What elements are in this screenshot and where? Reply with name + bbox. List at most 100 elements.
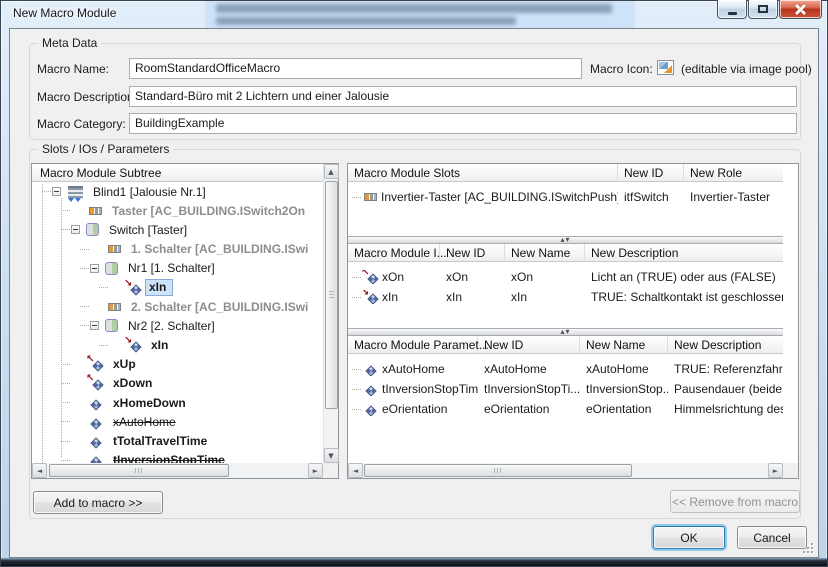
table-header-row: Macro Module SlotsNew IDNew Role — [348, 164, 783, 182]
tree-item[interactable]: ↖xUp — [32, 355, 323, 374]
input-variable-icon: ↘ — [125, 338, 142, 352]
output-variable-icon: ↖ — [87, 376, 104, 390]
scroll-left-icon[interactable]: ◄ — [32, 463, 47, 478]
tree-item-label: Blind1 [Jalousie Nr.1] — [90, 184, 209, 200]
table-cell: xIn — [505, 290, 585, 304]
macro-image-icon[interactable] — [657, 60, 674, 75]
io-row[interactable]: ↖xOnxOnxOnLicht an (TRUE) oder aus (FALS… — [348, 267, 783, 287]
tree-connector — [80, 249, 89, 250]
tree-item[interactable]: ↘xIn — [32, 278, 323, 297]
tree-item[interactable]: tInversionStopTime — [32, 451, 323, 463]
column-header[interactable]: Macro Module Slots — [348, 164, 618, 182]
ok-button[interactable]: OK — [653, 526, 725, 549]
tree-item[interactable]: xHomeDown — [32, 393, 323, 412]
meta-data-group-label: Meta Data — [38, 36, 101, 50]
remove-from-macro-button[interactable]: << Remove from macro — [670, 490, 800, 513]
tree-connector — [80, 268, 89, 269]
tree-item-label: Nr1 [1. Schalter] — [125, 260, 218, 276]
tables-splitter[interactable] — [348, 328, 783, 336]
minimize-button[interactable] — [717, 0, 747, 19]
scroll-left-icon[interactable]: ◄ — [348, 463, 363, 478]
table-cell: tInversionStop... — [580, 382, 668, 396]
tree-connector — [80, 306, 89, 307]
variable-diamond-icon — [87, 415, 104, 429]
tree-expander-icon[interactable] — [71, 225, 80, 234]
tree-item[interactable]: Switch [Taster] — [32, 220, 323, 239]
tree-item-label: 1. Schalter [AC_BUILDING.ISwi — [128, 241, 311, 257]
tree-item[interactable]: 2. Schalter [AC_BUILDING.ISwi — [32, 297, 323, 316]
tree-item[interactable]: tTotalTravelTime — [32, 431, 323, 450]
tree-connector — [99, 345, 108, 346]
parameter-row[interactable]: tInversionStopTimetInversionStopTi...tIn… — [348, 379, 783, 399]
table-cell: tInversionStopTime — [348, 382, 478, 396]
tree-connector — [42, 191, 51, 192]
table-cell: xOn — [505, 270, 585, 284]
diamond-icon — [92, 361, 103, 372]
macro-category-input[interactable]: BuildingExample — [129, 113, 797, 134]
table-cell: ↖xOn — [348, 270, 440, 284]
slots-ios-parameters-group-label: Slots / IOs / Parameters — [38, 142, 173, 156]
interface-icon — [89, 207, 102, 215]
variable-diamond-icon — [362, 382, 379, 396]
tree-item-label: xDown — [110, 375, 155, 391]
tree-item[interactable]: Nr2 [2. Schalter] — [32, 316, 323, 335]
parameter-row[interactable]: eOrientationeOrientationeOrientationHimm… — [348, 399, 783, 419]
titlebar[interactable]: New Macro Module — [0, 0, 828, 28]
macro-name-label: Macro Name: — [37, 62, 109, 76]
interface-icon — [364, 193, 377, 201]
column-header[interactable]: Macro Module Paramet... — [348, 336, 478, 354]
scroll-right-icon[interactable]: ► — [308, 463, 323, 478]
slot-row[interactable]: Invertier-Taster [AC_BUILDING.ISwitchPus… — [348, 187, 783, 207]
scroll-down-icon[interactable]: ▼ — [324, 448, 339, 463]
tables-splitter[interactable] — [348, 236, 783, 244]
tree-item-label: xIn — [148, 337, 171, 353]
column-header[interactable]: New ID — [618, 164, 684, 182]
table-cell: xAutoHome — [348, 362, 478, 376]
tables-horizontal-scrollbar[interactable]: ◄ ► — [348, 463, 783, 478]
resize-grip[interactable] — [802, 542, 813, 553]
tree-item[interactable]: xAutoHome — [32, 412, 323, 431]
column-header[interactable]: New ID — [478, 336, 580, 354]
scrollbar-thumb[interactable] — [49, 464, 229, 477]
tree-horizontal-scrollbar[interactable]: ◄ ► — [32, 463, 323, 478]
tree-item[interactable]: 1. Schalter [AC_BUILDING.ISwi — [32, 240, 323, 259]
dialog-body: Meta Data Macro Name: RoomStandardOffice… — [9, 28, 819, 558]
column-header[interactable]: New Role — [684, 164, 783, 182]
table-cell: TRUE: Referenzfahrt auto — [668, 362, 783, 376]
macro-module-tables-panel: Macro Module SlotsNew IDNew RoleInvertie… — [347, 163, 799, 479]
add-to-macro-button[interactable]: Add to macro >> — [33, 491, 163, 514]
tree-item[interactable]: Nr1 [1. Schalter] — [32, 259, 323, 278]
column-header[interactable]: New ID — [440, 244, 505, 262]
close-button[interactable] — [779, 0, 822, 19]
column-header[interactable]: New Name — [505, 244, 585, 262]
column-header[interactable]: Macro Module I... — [348, 244, 440, 262]
tree-item[interactable]: Taster [AC_BUILDING.ISwitch2On — [32, 201, 323, 220]
tree-expander-icon[interactable] — [52, 187, 61, 196]
column-header[interactable]: New Description — [668, 336, 783, 354]
maximize-button[interactable] — [748, 0, 778, 19]
tree-expander-icon[interactable] — [90, 321, 99, 330]
tree-item[interactable]: ↘ xIn — [32, 336, 323, 355]
parameter-row[interactable]: xAutoHomexAutoHomexAutoHomeTRUE: Referen… — [348, 359, 783, 379]
macro-name-input[interactable]: RoomStandardOfficeMacro — [129, 58, 582, 79]
io-row[interactable]: ↘xInxInxInTRUE: Schaltkontakt ist geschl… — [348, 287, 783, 307]
tree-item[interactable]: ↖ xDown — [32, 374, 323, 393]
scroll-up-icon[interactable]: ▲ — [324, 164, 339, 179]
macro-module-ios-table: Macro Module I...New IDNew NameNew Descr… — [348, 244, 783, 328]
tree-vertical-scrollbar[interactable]: ▲ ▼ — [323, 164, 338, 463]
tree-item[interactable]: Blind1 [Jalousie Nr.1] — [32, 182, 323, 201]
scrollbar-thumb[interactable] — [364, 464, 632, 477]
scroll-right-icon[interactable]: ► — [768, 463, 783, 478]
scrollbar-thumb[interactable] — [325, 181, 338, 409]
column-header[interactable]: New Name — [580, 336, 668, 354]
column-header[interactable]: New Description — [585, 244, 783, 262]
tree-connector — [61, 383, 70, 384]
macro-description-input[interactable]: Standard-Büro mit 2 Lichtern und einer J… — [129, 86, 797, 107]
cancel-button[interactable]: Cancel — [737, 526, 807, 549]
tree-expander-icon[interactable] — [90, 264, 99, 273]
tree-column-header[interactable]: Macro Module Subtree — [32, 164, 323, 182]
input-arrow-icon: ↘ — [124, 278, 132, 289]
macro-module-parameters-table: Macro Module Paramet...New IDNew NameNew… — [348, 336, 783, 465]
table-cell: ↘xIn — [348, 290, 440, 304]
row-connector — [352, 409, 361, 410]
